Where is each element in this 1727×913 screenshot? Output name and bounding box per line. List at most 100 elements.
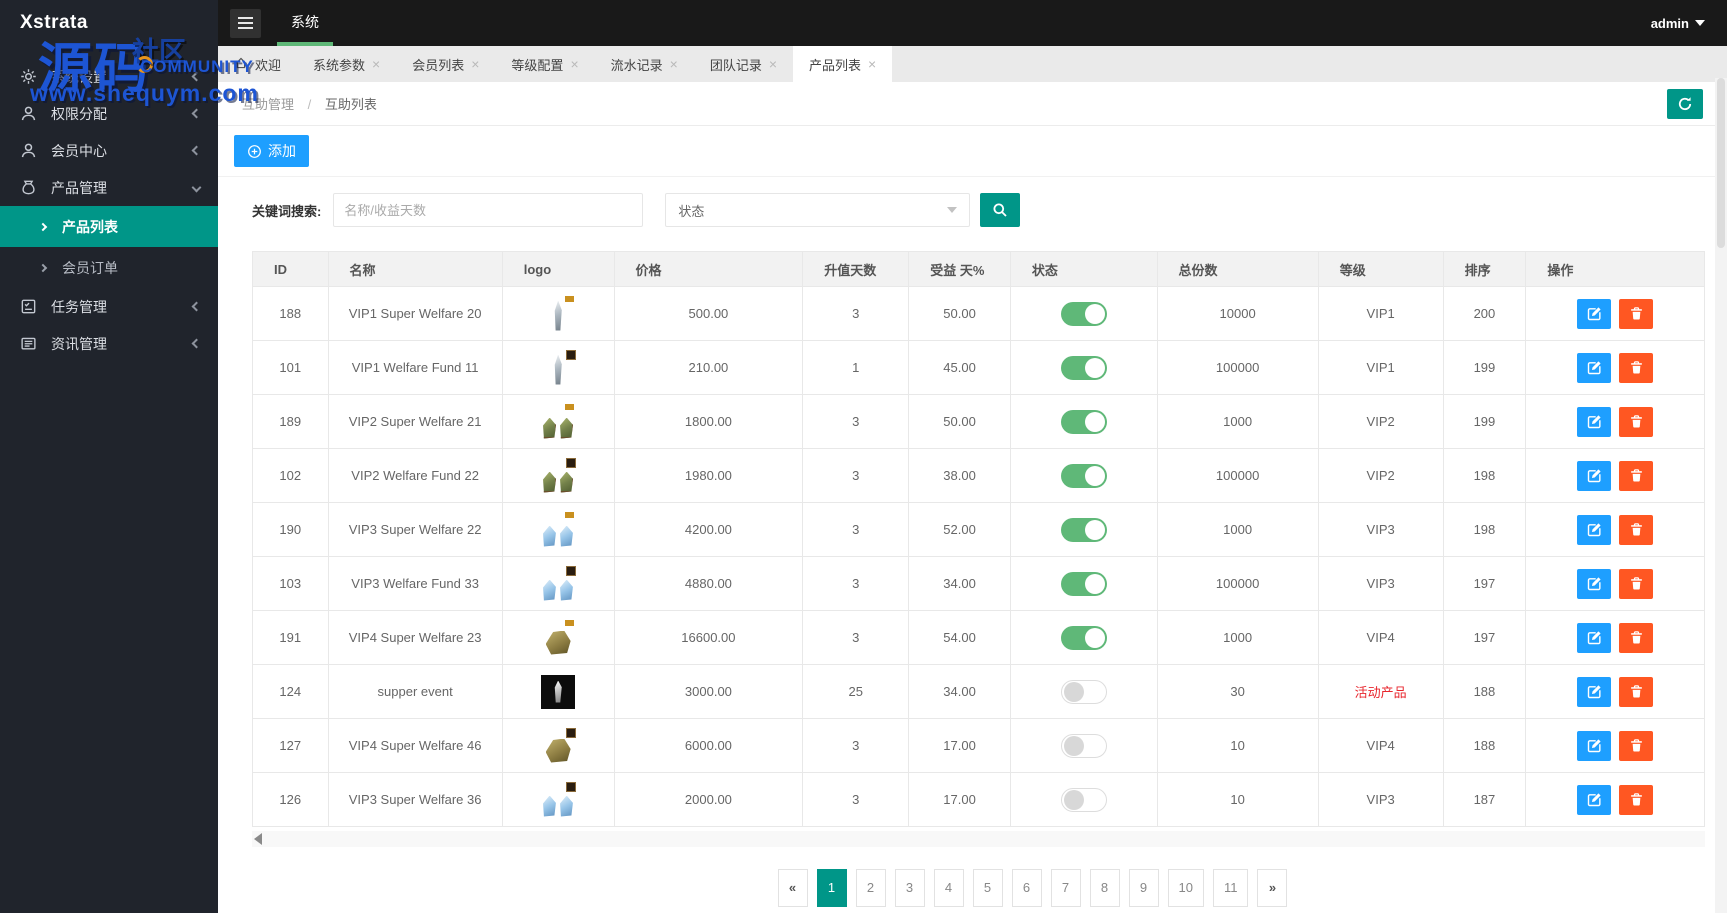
sidebar-item-news-management[interactable]: 资讯管理 xyxy=(0,325,218,362)
cell-sort: 187 xyxy=(1442,772,1527,827)
cell-days: 3 xyxy=(802,610,910,665)
cell-id: 189 xyxy=(252,394,329,449)
page-next-button[interactable]: » xyxy=(1257,869,1288,907)
table-row: 124 supper event 3000.00 25 34.00 30 活动产品 188 xyxy=(252,664,1705,719)
tab-flow-records[interactable]: 流水记录 × xyxy=(595,46,694,82)
delete-button[interactable] xyxy=(1619,622,1654,653)
trash-icon xyxy=(1630,523,1642,536)
cell-profit: 38.00 xyxy=(908,448,1011,503)
admin-username: admin xyxy=(1650,15,1689,31)
tab-member-list[interactable]: 会员列表 × xyxy=(396,46,495,82)
sidebar-item-product-management[interactable]: 产品管理 xyxy=(0,169,218,206)
delete-button[interactable] xyxy=(1619,352,1654,383)
page-button-8[interactable]: 8 xyxy=(1089,869,1120,907)
menu-toggle-button[interactable] xyxy=(230,8,261,38)
close-icon[interactable]: × xyxy=(471,57,479,71)
status-toggle[interactable] xyxy=(1060,409,1107,434)
tab-welcome[interactable]: 欢迎 xyxy=(218,46,297,82)
close-icon[interactable]: × xyxy=(570,57,578,71)
delete-button[interactable] xyxy=(1619,676,1654,707)
page-button-7[interactable]: 7 xyxy=(1050,869,1081,907)
delete-button[interactable] xyxy=(1619,514,1654,545)
table-row: 190 VIP3 Super Welfare 22 4200.00 3 52.00 100… xyxy=(252,502,1705,557)
delete-button[interactable] xyxy=(1619,460,1654,491)
status-toggle[interactable] xyxy=(1060,733,1107,758)
page-button-3[interactable]: 3 xyxy=(894,869,925,907)
refresh-button[interactable] xyxy=(1667,88,1703,119)
tab-level-config[interactable]: 等级配置 × xyxy=(495,46,594,82)
status-toggle[interactable] xyxy=(1060,625,1107,650)
delete-button[interactable] xyxy=(1619,298,1654,329)
tab-label: 会员列表 xyxy=(412,57,465,73)
logo-badge xyxy=(566,727,577,738)
delete-button[interactable] xyxy=(1619,406,1654,437)
edit-button[interactable] xyxy=(1577,514,1612,545)
cell-days: 1 xyxy=(802,340,910,395)
edit-icon xyxy=(1587,631,1601,645)
delete-button[interactable] xyxy=(1619,730,1654,761)
sidebar-item-system-settings[interactable]: 系统设置 xyxy=(0,58,218,95)
search-button[interactable] xyxy=(980,193,1021,227)
sidebar-subitem-member-orders[interactable]: 会员订单 xyxy=(0,247,218,288)
edit-icon xyxy=(1587,685,1601,699)
status-toggle[interactable] xyxy=(1060,571,1107,596)
sidebar-item-task-management[interactable]: 任务管理 xyxy=(0,288,218,325)
edit-button[interactable] xyxy=(1577,460,1612,491)
gem-shard xyxy=(554,300,562,331)
status-select-value: 状态 xyxy=(678,203,705,219)
page-button-9[interactable]: 9 xyxy=(1128,869,1159,907)
edit-button[interactable] xyxy=(1577,676,1612,707)
close-icon[interactable]: × xyxy=(372,57,380,71)
page-button-2[interactable]: 2 xyxy=(855,869,886,907)
edit-button[interactable] xyxy=(1577,730,1612,761)
sidebar-item-member-center[interactable]: 会员中心 xyxy=(0,132,218,169)
close-icon[interactable]: × xyxy=(670,57,678,71)
cell-total: 100000 xyxy=(1156,448,1319,503)
edit-button[interactable] xyxy=(1577,406,1612,437)
table-hscroll-track[interactable] xyxy=(252,831,1705,847)
status-toggle[interactable] xyxy=(1060,463,1107,488)
page-button-4[interactable]: 4 xyxy=(933,869,964,907)
delete-button[interactable] xyxy=(1619,784,1654,815)
status-toggle[interactable] xyxy=(1060,787,1107,812)
admin-menu[interactable]: admin xyxy=(1651,16,1705,31)
page-prev-button[interactable]: « xyxy=(777,869,808,907)
close-icon[interactable]: × xyxy=(769,57,777,71)
cell-level: VIP2 xyxy=(1317,448,1444,503)
sidebar-item-label: 会员中心 xyxy=(51,142,107,159)
sidebar-item-permissions[interactable]: 权限分配 xyxy=(0,95,218,132)
status-toggle[interactable] xyxy=(1060,355,1107,380)
delete-button[interactable] xyxy=(1619,568,1654,599)
cell-name: VIP2 Super Welfare 21 xyxy=(327,394,503,449)
edit-button[interactable] xyxy=(1577,568,1612,599)
cell-logo xyxy=(501,448,615,503)
column-header: ID xyxy=(252,251,329,287)
status-toggle[interactable] xyxy=(1060,517,1107,542)
page-button-1[interactable]: 1 xyxy=(816,869,847,907)
tab-system-params[interactable]: 系统参数 × xyxy=(297,46,396,82)
page-button-6[interactable]: 6 xyxy=(1011,869,1042,907)
page-button-11[interactable]: 11 xyxy=(1212,869,1249,907)
edit-button[interactable] xyxy=(1577,784,1612,815)
page-button-10[interactable]: 10 xyxy=(1167,869,1204,907)
breadcrumb-section[interactable]: 互助管理 xyxy=(242,97,294,112)
status-toggle[interactable] xyxy=(1060,301,1107,326)
close-icon[interactable]: × xyxy=(868,57,876,71)
edit-button[interactable] xyxy=(1577,622,1612,653)
keyword-input[interactable] xyxy=(333,193,644,227)
cell-name: VIP1 Welfare Fund 11 xyxy=(327,340,503,395)
edit-button[interactable] xyxy=(1577,352,1612,383)
cell-status xyxy=(1009,718,1158,773)
add-button[interactable]: 添加 xyxy=(234,135,309,167)
page-button-5[interactable]: 5 xyxy=(972,869,1003,907)
status-select[interactable]: 状态 xyxy=(665,193,971,227)
status-toggle[interactable] xyxy=(1060,679,1107,704)
vertical-scrollbar[interactable] xyxy=(1715,78,1727,913)
edit-button[interactable] xyxy=(1577,298,1612,329)
trash-icon xyxy=(1630,631,1642,644)
tab-product-list[interactable]: 产品列表 × xyxy=(793,46,893,82)
sidebar-subitem-product-list[interactable]: 产品列表 xyxy=(0,206,218,247)
tab-team-records[interactable]: 团队记录 × xyxy=(694,46,793,82)
topnav-system[interactable]: 系统 xyxy=(273,0,337,46)
breadcrumb-page[interactable]: 互助列表 xyxy=(325,97,377,112)
